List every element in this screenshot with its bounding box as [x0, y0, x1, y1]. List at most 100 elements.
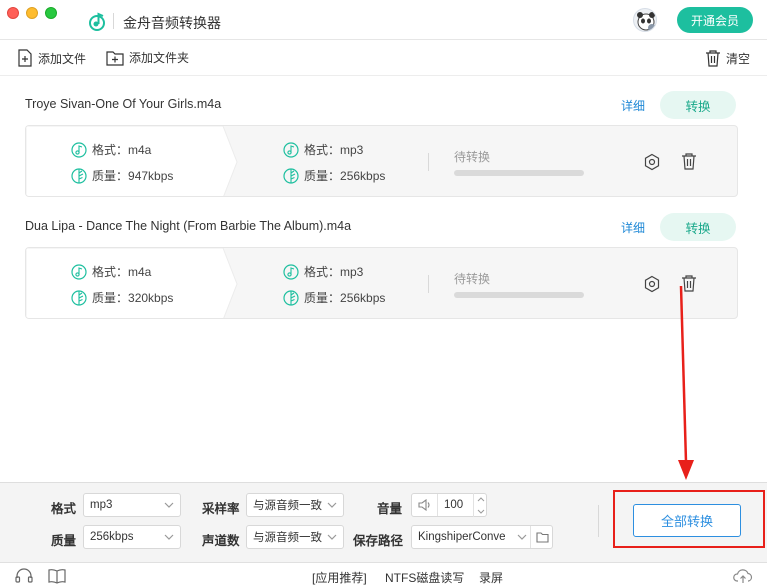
source-quality: 质量： 320kbps	[71, 289, 173, 306]
settings-divider	[598, 505, 599, 537]
quality-label: 质量	[51, 534, 77, 548]
chevron-down-icon	[327, 502, 337, 508]
clear-label: 清空	[726, 51, 751, 66]
card-divider	[428, 153, 429, 171]
quality-leaf-icon	[283, 289, 299, 306]
app-title: 金舟音频转换器	[123, 15, 221, 31]
add-file-button[interactable]: 添加文件	[17, 49, 86, 67]
file-name: Troye Sivan-One Of Your Girls.m4a	[25, 97, 222, 111]
target-quality: 质量： 256kbps	[283, 289, 385, 306]
volume-value: 100	[444, 499, 464, 511]
quality-leaf-icon	[71, 167, 87, 184]
channels-select[interactable]: 与源音频一致	[246, 525, 344, 549]
status-text: 待转换	[454, 272, 491, 286]
detail-link[interactable]: 详细	[621, 219, 645, 236]
browse-folder-button[interactable]	[530, 526, 553, 548]
app-logo-icon	[89, 12, 105, 31]
chevron-down-icon	[327, 534, 337, 540]
target-format-value: mp3	[340, 264, 364, 279]
title-divider	[113, 13, 114, 29]
gear-icon[interactable]	[643, 153, 661, 171]
upload-cloud-icon[interactable]	[733, 568, 753, 584]
target-quality-value: 256kbps	[340, 290, 386, 305]
source-format-value: m4a	[128, 142, 152, 157]
music-note-icon	[283, 263, 299, 280]
progress-bar	[454, 170, 584, 176]
status-text: 待转换	[454, 150, 491, 164]
chevron-up-icon[interactable]	[477, 496, 485, 502]
quality-leaf-icon	[283, 167, 299, 184]
annotation-highlight-box	[613, 490, 765, 548]
avatar[interactable]	[633, 8, 657, 32]
source-format: 格式： m4a	[71, 263, 151, 280]
app-recommend-link[interactable]: [应用推荐]	[312, 569, 367, 586]
source-quality-value: 320kbps	[128, 290, 174, 305]
title-bar: 金舟音频转换器 开通会员	[0, 0, 767, 40]
quality-select[interactable]: 256kbps	[83, 525, 181, 549]
detail-link[interactable]: 详细	[621, 97, 645, 114]
sample-rate-label: 采样率	[202, 502, 240, 516]
source-quality: 质量： 947kbps	[71, 167, 173, 184]
vip-button[interactable]: 开通会员	[677, 7, 753, 33]
target-format: 格式： mp3	[283, 141, 363, 158]
progress-bar	[454, 292, 584, 298]
card-source-panel	[26, 126, 238, 196]
window-zoom-button[interactable]	[45, 7, 57, 19]
trash-icon[interactable]	[681, 274, 697, 292]
file-card: 格式： m4a 质量： 947kbps 格式： mp3 质量： 256kbps 待转换	[25, 125, 738, 197]
book-icon[interactable]	[48, 568, 66, 584]
channels-label: 声道数	[202, 534, 240, 548]
add-folder-icon	[106, 50, 124, 66]
chevron-down-icon	[517, 534, 527, 540]
volume-label: 音量	[377, 502, 403, 516]
file-card: 格式： m4a 质量： 320kbps 格式： mp3 质量： 256kbps 待转换	[25, 247, 738, 319]
clear-button[interactable]: 清空	[705, 49, 750, 67]
channels-select-value: 与源音频一致	[253, 532, 322, 544]
sample-rate-select-value: 与源音频一致	[253, 500, 322, 512]
chevron-down-icon[interactable]	[477, 509, 485, 514]
add-file-label: 添加文件	[38, 51, 87, 66]
volume-icon	[412, 494, 438, 516]
source-quality-value: 947kbps	[128, 168, 174, 183]
music-note-icon	[71, 141, 87, 158]
card-divider	[428, 275, 429, 293]
target-format: 格式： mp3	[283, 263, 363, 280]
save-path-label: 保存路径	[353, 534, 404, 548]
target-quality: 质量： 256kbps	[283, 167, 385, 184]
convert-button[interactable]: 转换	[660, 91, 736, 119]
file-name: Dua Lipa - Dance The Night (From Barbie …	[25, 219, 352, 233]
trash-icon	[706, 50, 720, 67]
save-path-select[interactable]: KingshiperConve	[411, 525, 553, 549]
target-format-value: mp3	[340, 142, 364, 157]
format-label: 格式	[51, 502, 77, 516]
window-close-button[interactable]	[7, 7, 19, 19]
add-folder-button[interactable]: 添加文件夹	[106, 49, 189, 66]
toolbar: 添加文件 添加文件夹 清空	[0, 40, 767, 76]
source-format: 格式： m4a	[71, 141, 151, 158]
format-select[interactable]: mp3	[83, 493, 181, 517]
card-source-panel	[26, 248, 238, 318]
panda-avatar-icon	[637, 12, 656, 31]
window-minimize-button[interactable]	[26, 7, 38, 19]
gear-icon[interactable]	[643, 275, 661, 293]
format-select-value: mp3	[90, 499, 113, 511]
music-note-icon	[71, 263, 87, 280]
folder-icon	[535, 531, 549, 543]
record-screen-link[interactable]: 录屏	[479, 569, 503, 586]
sample-rate-select[interactable]: 与源音频一致	[246, 493, 344, 517]
headset-icon[interactable]	[15, 568, 33, 584]
quality-leaf-icon	[71, 289, 87, 306]
chevron-down-icon	[164, 502, 174, 508]
source-format-value: m4a	[128, 264, 152, 279]
volume-stepper[interactable]	[473, 493, 487, 517]
save-path-value: KingshiperConve	[418, 531, 506, 543]
convert-button[interactable]: 转换	[660, 213, 736, 241]
add-folder-label: 添加文件夹	[129, 51, 190, 65]
chevron-down-icon	[164, 534, 174, 540]
quality-select-value: 256kbps	[90, 531, 134, 543]
music-note-icon	[283, 141, 299, 158]
ntfs-link[interactable]: NTFS磁盘读写	[385, 569, 464, 586]
footer-bar: [应用推荐] NTFS磁盘读写 录屏	[0, 562, 767, 588]
trash-icon[interactable]	[681, 152, 697, 170]
add-file-icon	[18, 49, 32, 67]
